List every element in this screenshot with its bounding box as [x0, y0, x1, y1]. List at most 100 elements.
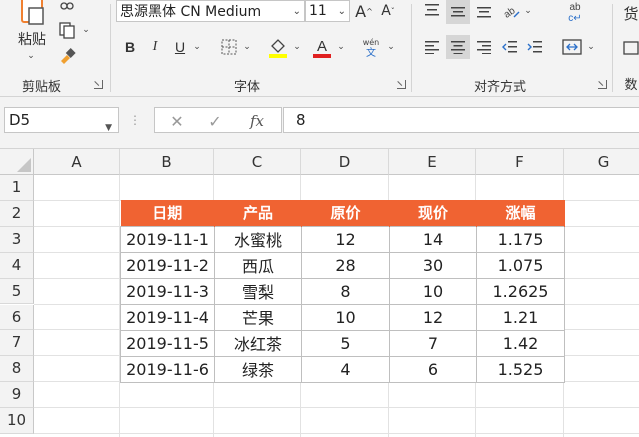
align-middle-icon[interactable] — [446, 0, 470, 24]
row-header-1[interactable]: 1 — [0, 175, 34, 201]
header-cell-date[interactable]: 日期 — [120, 200, 215, 226]
font-name-combo[interactable]: 思源黑体 CN Medium ⌄ — [116, 0, 305, 22]
column-header-b[interactable]: B — [120, 149, 214, 175]
column-header-d[interactable]: D — [301, 149, 389, 175]
merge-dropdown-icon[interactable]: ⌄ — [585, 40, 597, 54]
increase-font-icon[interactable]: A ^ — [353, 0, 375, 22]
copy-dropdown-icon[interactable]: ⌄ — [80, 24, 92, 36]
enter-icon[interactable]: ✓ — [205, 111, 225, 131]
paste-dropdown-icon[interactable]: ⌄ — [24, 50, 38, 62]
header-cell-current-price[interactable]: 现价 — [389, 200, 477, 226]
table-cell[interactable]: 12 — [301, 225, 390, 253]
header-cell-original-price[interactable]: 原价 — [301, 200, 390, 226]
table-cell[interactable]: 10 — [389, 277, 477, 305]
spreadsheet-grid[interactable]: ABCDEFG 1 2 3 4 5 6 7 8 9 10 日期 产品 原价 现价 涨幅 2019-… — [0, 149, 639, 437]
table-cell[interactable]: 30 — [389, 251, 477, 279]
currency-icon[interactable] — [622, 38, 639, 58]
underline-dropdown-icon[interactable]: ⌄ — [191, 40, 203, 54]
align-center-icon[interactable] — [446, 35, 470, 59]
font-color-dropdown-icon[interactable]: ⌄ — [335, 40, 347, 54]
alignment-launcher-icon[interactable] — [598, 80, 607, 89]
row-header-10[interactable]: 10 — [0, 408, 34, 434]
decrease-indent-icon[interactable] — [499, 36, 521, 58]
table-cell[interactable]: 6 — [389, 355, 477, 383]
merge-icon[interactable] — [560, 36, 584, 58]
orientation-icon[interactable]: ab — [500, 0, 522, 22]
table-cell[interactable]: 1.075 — [476, 251, 565, 279]
row-header-5[interactable]: 5 — [0, 278, 34, 305]
clipboard-launcher-icon[interactable] — [94, 80, 103, 89]
increase-indent-icon[interactable] — [524, 36, 546, 58]
table-cell[interactable]: 8 — [301, 277, 390, 305]
fx-icon[interactable]: fx — [245, 111, 269, 131]
row-header-3[interactable]: 3 — [0, 226, 34, 253]
name-box[interactable]: D5 ▼ — [4, 107, 119, 133]
border-dropdown-icon[interactable]: ⌄ — [241, 40, 253, 54]
table-cell[interactable]: 1.2625 — [476, 277, 565, 305]
table-cell[interactable]: 12 — [389, 303, 477, 331]
column-header-c[interactable]: C — [214, 149, 301, 175]
table-cell[interactable]: 绿茶 — [214, 355, 302, 383]
paste-icon[interactable] — [16, 0, 50, 28]
align-right-icon[interactable] — [473, 36, 495, 58]
table-cell[interactable]: 2019-11-1 — [120, 225, 215, 253]
font-size-combo[interactable]: 11 ⌄ — [305, 0, 350, 22]
align-left-icon[interactable] — [421, 36, 443, 58]
orientation-dropdown-icon[interactable]: ⌄ — [522, 4, 534, 18]
header-cell-increase[interactable]: 涨幅 — [476, 200, 565, 226]
row-header-2[interactable]: 2 — [0, 200, 34, 227]
table-cell[interactable]: 1.21 — [476, 303, 565, 331]
table-cell[interactable]: 7 — [389, 329, 477, 357]
table-cell[interactable]: 2019-11-2 — [120, 251, 215, 279]
wrap-text-icon[interactable]: ab c↵ — [562, 0, 588, 24]
row-header-4[interactable]: 4 — [0, 252, 34, 279]
column-header-a[interactable]: A — [34, 149, 120, 175]
copy-icon[interactable] — [56, 20, 78, 40]
bold-icon[interactable]: B — [120, 36, 140, 58]
underline-icon[interactable]: U — [170, 36, 190, 58]
border-icon[interactable] — [218, 36, 240, 58]
table-cell[interactable]: 2019-11-4 — [120, 303, 215, 331]
table-cell[interactable]: 冰红茶 — [214, 329, 302, 357]
table-cell[interactable]: 西瓜 — [214, 251, 302, 279]
font-color-icon[interactable]: A — [310, 34, 334, 60]
select-all-corner[interactable] — [0, 149, 34, 175]
column-header-e[interactable]: E — [389, 149, 476, 175]
table-cell[interactable]: 芒果 — [214, 303, 302, 331]
table-cell[interactable]: 雪梨 — [214, 277, 302, 305]
paste-button[interactable]: 粘贴 — [12, 28, 52, 50]
phonetic-dropdown-icon[interactable]: ⌄ — [385, 40, 397, 54]
italic-icon[interactable]: I — [145, 36, 165, 58]
table-cell[interactable]: 1.42 — [476, 329, 565, 357]
phonetic-icon[interactable]: wén 文 — [358, 34, 384, 60]
row-header-8[interactable]: 8 — [0, 356, 34, 383]
table-cell[interactable]: 28 — [301, 251, 390, 279]
align-top-icon[interactable] — [421, 0, 443, 22]
table-cell[interactable]: 5 — [301, 329, 390, 357]
fill-color-dropdown-icon[interactable]: ⌄ — [291, 40, 303, 54]
row-header-9[interactable]: 9 — [0, 382, 34, 409]
table-cell[interactable]: 2019-11-3 — [120, 277, 215, 305]
align-bottom-icon[interactable] — [473, 0, 495, 22]
decrease-font-icon[interactable]: Aˇ — [377, 0, 399, 22]
table-cell[interactable]: 2019-11-5 — [120, 329, 215, 357]
row-header-6[interactable]: 6 — [0, 304, 34, 331]
header-cell-product[interactable]: 产品 — [214, 200, 302, 226]
cut-icon[interactable] — [58, 0, 76, 12]
font-launcher-icon[interactable] — [397, 80, 406, 89]
table-row: 2019-11-1 水蜜桃 12 14 1.175 — [120, 225, 565, 253]
table-cell[interactable]: 1.175 — [476, 225, 565, 253]
row-header-7[interactable]: 7 — [0, 330, 34, 357]
table-cell[interactable]: 14 — [389, 225, 477, 253]
table-cell[interactable]: 1.525 — [476, 355, 565, 383]
format-painter-icon[interactable] — [56, 46, 78, 66]
table-cell[interactable]: 4 — [301, 355, 390, 383]
table-cell[interactable]: 水蜜桃 — [214, 225, 302, 253]
formula-input[interactable]: 8 — [283, 107, 639, 133]
column-header-f[interactable]: F — [476, 149, 564, 175]
table-cell[interactable]: 10 — [301, 303, 390, 331]
cancel-icon[interactable]: ✕ — [167, 111, 187, 131]
table-cell[interactable]: 2019-11-6 — [120, 355, 215, 383]
fill-color-icon[interactable] — [266, 34, 290, 60]
column-header-g[interactable]: G — [564, 149, 639, 175]
